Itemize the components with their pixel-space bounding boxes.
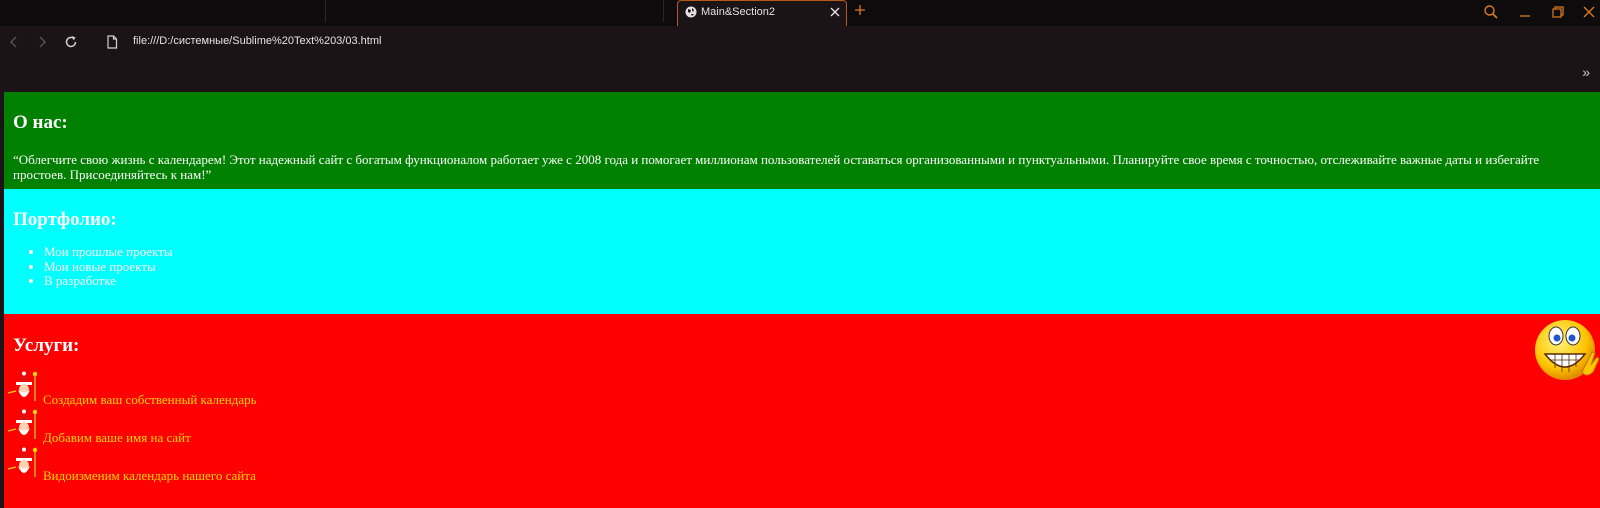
about-title: О нас: [13,112,68,133]
list-item: В разработке [44,273,173,289]
search-icon[interactable] [1483,4,1499,20]
portfolio-section: Портфолио: Мои прошлые проекты Мои новые… [4,189,1600,314]
list-item: Мои новые проекты [44,259,173,275]
about-section: О нас: “Облегчите свою жизнь с календаре… [4,92,1600,189]
santa-icon [8,447,38,477]
page-icon[interactable] [105,35,119,49]
close-icon[interactable] [828,5,842,19]
portfolio-title: Портфолио: [13,209,117,230]
tab-active[interactable]: Main&Section2 [677,0,847,26]
santa-icon [8,371,38,401]
minimize-icon[interactable] [1517,4,1533,20]
plus-icon[interactable] [853,3,867,17]
tab-inactive[interactable] [327,0,664,22]
chevron-right-icon[interactable]: » [1582,64,1590,80]
tab-inactive[interactable] [0,0,326,22]
about-text: “Облегчите свою жизнь с календарем! Этот… [13,152,1540,182]
tab-bar: Main&Section2 [0,0,1600,26]
services-title: Услуги: [13,335,80,356]
smiley-icon [1535,320,1600,380]
address-bar[interactable]: file:///D:/системные/Sublime%20Text%203/… [133,35,381,47]
service-item: Добавим ваше имя на сайт [4,409,404,445]
globe-icon [685,6,697,18]
restore-icon[interactable] [1550,4,1566,20]
reload-icon[interactable] [64,35,78,49]
service-item: Создадим ваш собственный календарь [4,371,404,407]
santa-icon [8,409,38,439]
service-item: Видоизменим календарь нашего сайта [4,447,404,483]
portfolio-list: Мои прошлые проекты Мои новые проекты В … [44,244,173,289]
page-content: О нас: “Облегчите свою жизнь с календаре… [4,92,1600,508]
navigation-bar: file:///D:/системные/Sublime%20Text%203/… [0,26,1600,58]
services-section: Услуги: Создадим ваш собственный календа… [4,314,1600,508]
service-label: Добавим ваше имя на сайт [43,430,191,445]
bookmarks-bar: » [0,58,1600,92]
tab-title: Main&Section2 [701,6,775,18]
service-label: Создадим ваш собственный календарь [43,392,257,407]
close-icon[interactable] [1581,4,1597,20]
forward-icon[interactable] [35,35,49,49]
back-icon[interactable] [7,35,21,49]
list-item: Мои прошлые проекты [44,244,173,260]
service-label: Видоизменим календарь нашего сайта [43,468,256,483]
